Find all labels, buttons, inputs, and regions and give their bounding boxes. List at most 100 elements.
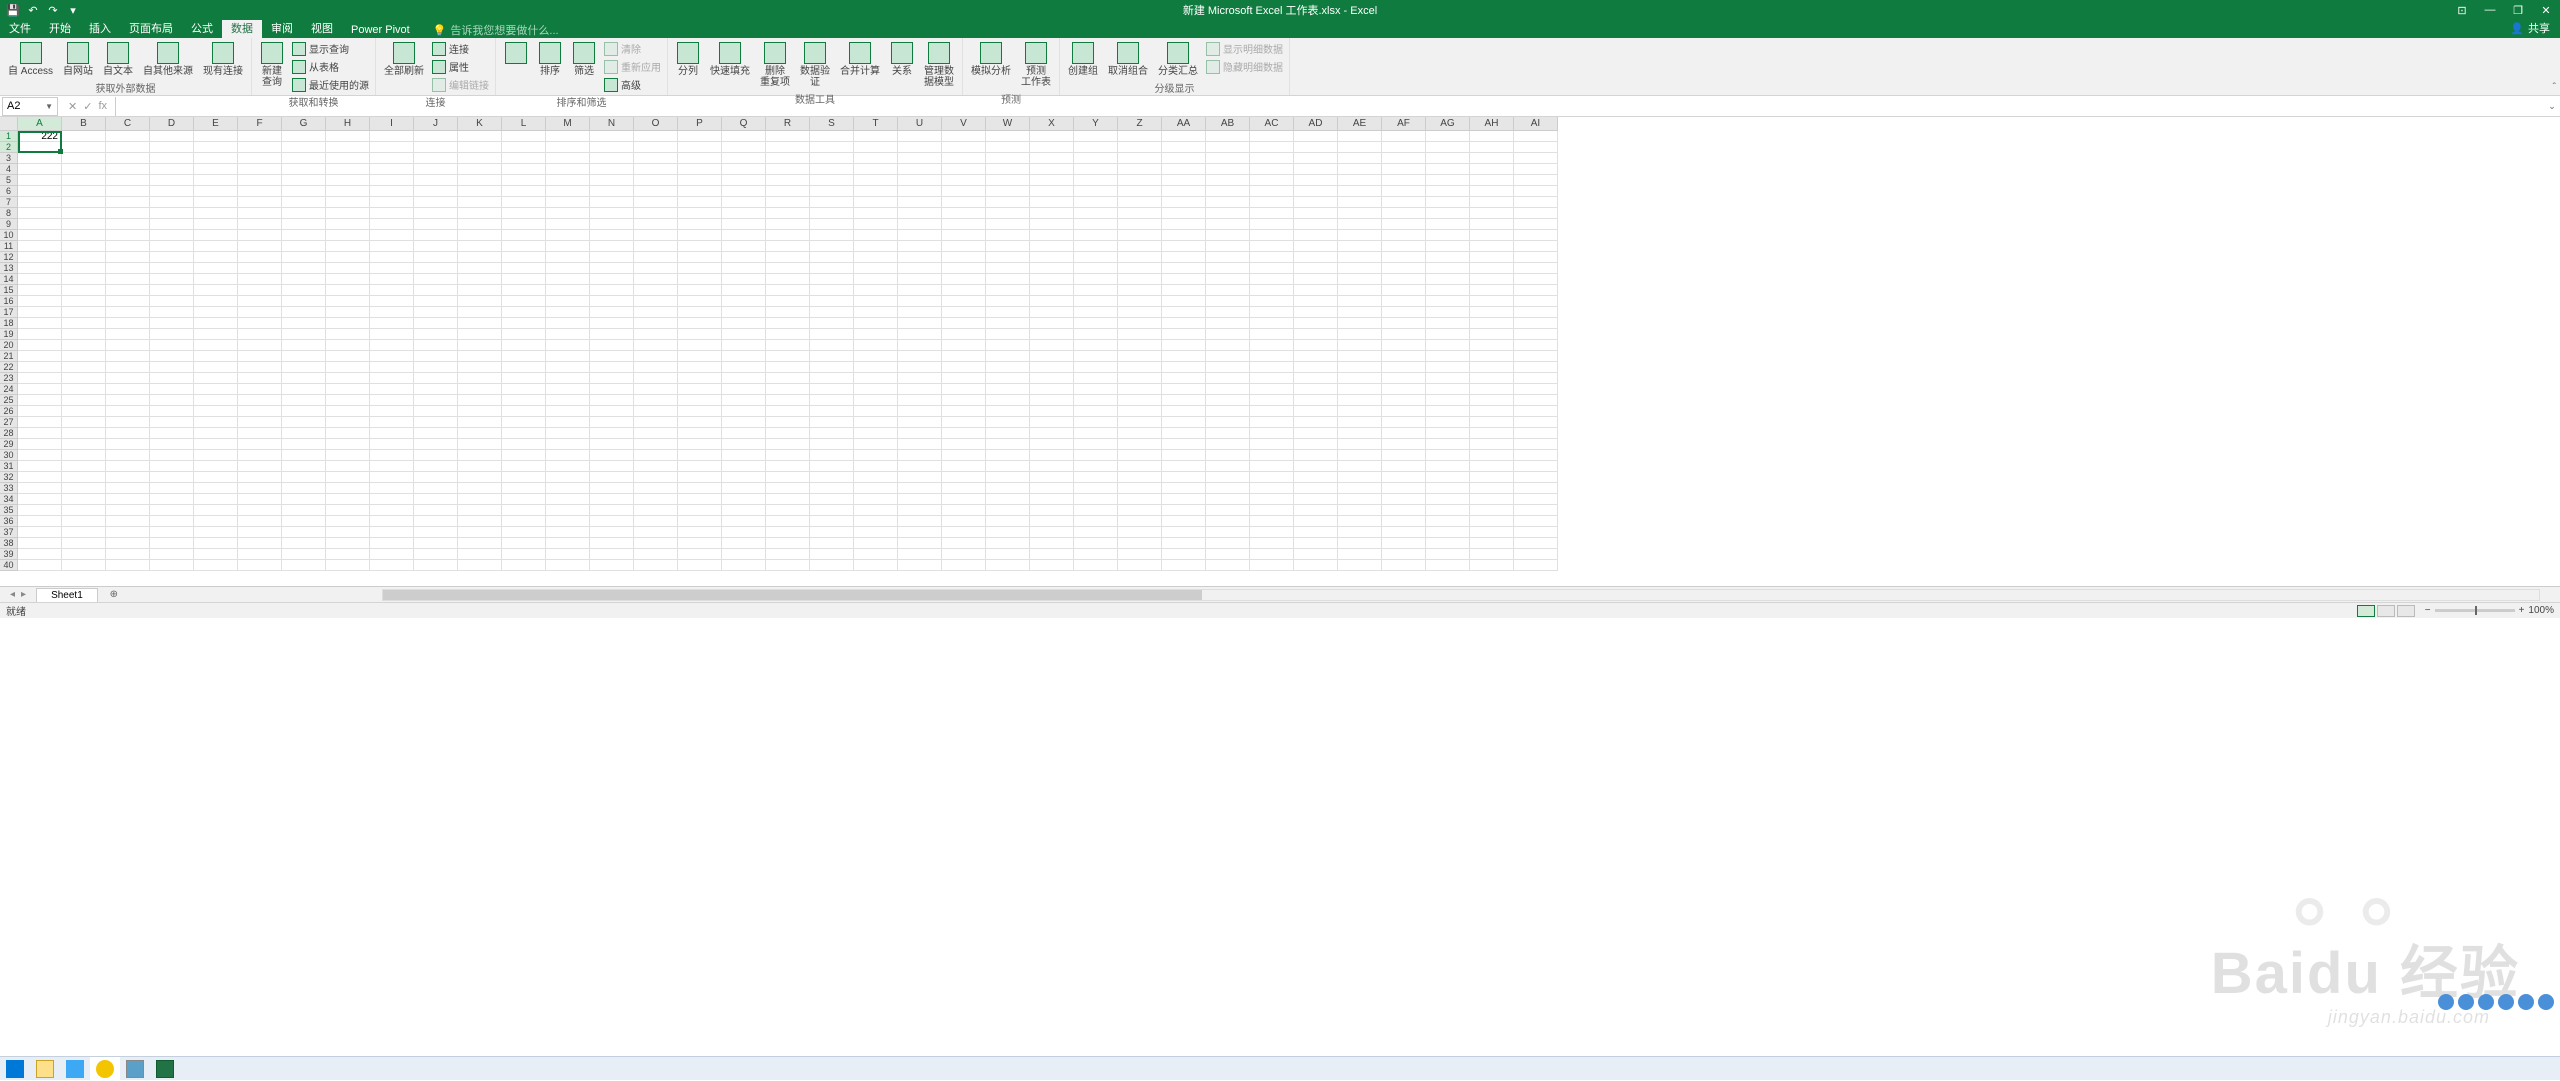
cell-AD8[interactable] bbox=[1294, 208, 1338, 219]
cell-A9[interactable] bbox=[18, 219, 62, 230]
cell-L5[interactable] bbox=[502, 175, 546, 186]
cell-N22[interactable] bbox=[590, 362, 634, 373]
cell-J10[interactable] bbox=[414, 230, 458, 241]
col-header-P[interactable]: P bbox=[678, 117, 722, 130]
cell-W1[interactable] bbox=[986, 131, 1030, 142]
cell-A27[interactable] bbox=[18, 417, 62, 428]
cell-AC5[interactable] bbox=[1250, 175, 1294, 186]
cell-L33[interactable] bbox=[502, 483, 546, 494]
cell-T23[interactable] bbox=[854, 373, 898, 384]
cell-E40[interactable] bbox=[194, 560, 238, 571]
cell-W37[interactable] bbox=[986, 527, 1030, 538]
cell-V18[interactable] bbox=[942, 318, 986, 329]
cell-R26[interactable] bbox=[766, 406, 810, 417]
cell-Q12[interactable] bbox=[722, 252, 766, 263]
cell-U20[interactable] bbox=[898, 340, 942, 351]
cell-Z9[interactable] bbox=[1118, 219, 1162, 230]
cell-AF18[interactable] bbox=[1382, 318, 1426, 329]
cell-AE4[interactable] bbox=[1338, 164, 1382, 175]
advanced-button[interactable]: 高级 bbox=[602, 76, 663, 93]
cell-N12[interactable] bbox=[590, 252, 634, 263]
cell-AD24[interactable] bbox=[1294, 384, 1338, 395]
cell-L30[interactable] bbox=[502, 450, 546, 461]
cell-AG40[interactable] bbox=[1426, 560, 1470, 571]
cell-X12[interactable] bbox=[1030, 252, 1074, 263]
cell-AF8[interactable] bbox=[1382, 208, 1426, 219]
cell-AI13[interactable] bbox=[1514, 263, 1558, 274]
cell-U34[interactable] bbox=[898, 494, 942, 505]
cell-T6[interactable] bbox=[854, 186, 898, 197]
cell-Q18[interactable] bbox=[722, 318, 766, 329]
cell-R3[interactable] bbox=[766, 153, 810, 164]
cell-Q11[interactable] bbox=[722, 241, 766, 252]
cell-AG8[interactable] bbox=[1426, 208, 1470, 219]
cell-F33[interactable] bbox=[238, 483, 282, 494]
cell-AE16[interactable] bbox=[1338, 296, 1382, 307]
cell-Q28[interactable] bbox=[722, 428, 766, 439]
cell-O21[interactable] bbox=[634, 351, 678, 362]
cell-AG22[interactable] bbox=[1426, 362, 1470, 373]
cell-N16[interactable] bbox=[590, 296, 634, 307]
cell-A23[interactable] bbox=[18, 373, 62, 384]
cell-AC3[interactable] bbox=[1250, 153, 1294, 164]
row-header-30[interactable]: 30 bbox=[0, 450, 17, 461]
cell-C17[interactable] bbox=[106, 307, 150, 318]
from-text-button[interactable]: 自文本 bbox=[99, 40, 137, 79]
cell-I20[interactable] bbox=[370, 340, 414, 351]
cell-T32[interactable] bbox=[854, 472, 898, 483]
cell-Q2[interactable] bbox=[722, 142, 766, 153]
cell-H3[interactable] bbox=[326, 153, 370, 164]
cell-T19[interactable] bbox=[854, 329, 898, 340]
cell-B24[interactable] bbox=[62, 384, 106, 395]
cell-E10[interactable] bbox=[194, 230, 238, 241]
cell-M22[interactable] bbox=[546, 362, 590, 373]
cell-F14[interactable] bbox=[238, 274, 282, 285]
cell-G25[interactable] bbox=[282, 395, 326, 406]
cell-E36[interactable] bbox=[194, 516, 238, 527]
row-header-32[interactable]: 32 bbox=[0, 472, 17, 483]
cell-V30[interactable] bbox=[942, 450, 986, 461]
cell-D6[interactable] bbox=[150, 186, 194, 197]
cell-AE9[interactable] bbox=[1338, 219, 1382, 230]
cell-B29[interactable] bbox=[62, 439, 106, 450]
close-button[interactable]: ✕ bbox=[2532, 0, 2560, 20]
edge-button[interactable] bbox=[60, 1057, 90, 1081]
cell-K40[interactable] bbox=[458, 560, 502, 571]
cell-G15[interactable] bbox=[282, 285, 326, 296]
cell-C21[interactable] bbox=[106, 351, 150, 362]
col-header-S[interactable]: S bbox=[810, 117, 854, 130]
cell-R8[interactable] bbox=[766, 208, 810, 219]
cell-J13[interactable] bbox=[414, 263, 458, 274]
cell-W22[interactable] bbox=[986, 362, 1030, 373]
cell-AI8[interactable] bbox=[1514, 208, 1558, 219]
cell-M35[interactable] bbox=[546, 505, 590, 516]
cell-G22[interactable] bbox=[282, 362, 326, 373]
cell-W6[interactable] bbox=[986, 186, 1030, 197]
cell-Q15[interactable] bbox=[722, 285, 766, 296]
cell-AA23[interactable] bbox=[1162, 373, 1206, 384]
cell-G19[interactable] bbox=[282, 329, 326, 340]
cell-G32[interactable] bbox=[282, 472, 326, 483]
cell-C38[interactable] bbox=[106, 538, 150, 549]
cell-AI29[interactable] bbox=[1514, 439, 1558, 450]
cell-L24[interactable] bbox=[502, 384, 546, 395]
cell-Y4[interactable] bbox=[1074, 164, 1118, 175]
cell-K19[interactable] bbox=[458, 329, 502, 340]
cell-J5[interactable] bbox=[414, 175, 458, 186]
cell-U3[interactable] bbox=[898, 153, 942, 164]
cell-E18[interactable] bbox=[194, 318, 238, 329]
cell-B7[interactable] bbox=[62, 197, 106, 208]
cell-AI20[interactable] bbox=[1514, 340, 1558, 351]
cell-K28[interactable] bbox=[458, 428, 502, 439]
cell-H9[interactable] bbox=[326, 219, 370, 230]
cell-T40[interactable] bbox=[854, 560, 898, 571]
cell-AD6[interactable] bbox=[1294, 186, 1338, 197]
cell-N10[interactable] bbox=[590, 230, 634, 241]
cell-G1[interactable] bbox=[282, 131, 326, 142]
row-header-6[interactable]: 6 bbox=[0, 186, 17, 197]
cell-AA30[interactable] bbox=[1162, 450, 1206, 461]
cell-Y16[interactable] bbox=[1074, 296, 1118, 307]
cell-H10[interactable] bbox=[326, 230, 370, 241]
cell-K17[interactable] bbox=[458, 307, 502, 318]
cell-P1[interactable] bbox=[678, 131, 722, 142]
